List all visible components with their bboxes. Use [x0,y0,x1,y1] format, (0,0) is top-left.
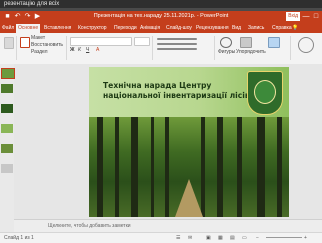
tree-trunk [131,117,138,217]
ribbon-tabs: Файл Основне Вставлення Конструктор Пере… [0,23,322,33]
tree-trunk [97,117,103,217]
forest-path [175,179,203,217]
tab-help[interactable]: Справка [272,24,292,33]
normal-view-icon[interactable]: ▣ [206,234,211,242]
align-icon[interactable] [157,43,197,45]
tab-transitions[interactable]: Переходи [114,24,137,33]
find-icon[interactable] [298,37,314,53]
tree-trunk [257,117,265,217]
slide-thumbnail[interactable] [1,164,13,173]
tab-review[interactable]: Рецензування [196,24,229,33]
reading-view-icon[interactable]: ▤ [230,234,235,242]
bullets-icon[interactable] [157,38,197,40]
zoom-slider[interactable] [266,237,302,238]
slide-thumbnail-pane [0,64,15,232]
arrange-icon[interactable] [240,37,252,48]
slide-counter: Слайд 1 из 1 [4,235,34,241]
slide-thumbnail[interactable] [1,144,13,153]
slide-thumbnail[interactable] [1,68,15,79]
ribbon-separator [214,36,215,60]
comments-icon[interactable]: ✉ [188,234,192,242]
tab-design[interactable]: Конструктор [78,24,107,33]
ribbon-separator [290,36,291,60]
document-title: Презентація на тех.нараду 25.11.2021р. -… [93,13,229,19]
tree-trunk [165,117,169,217]
title-bar: ■ ↶ ↷ ▶ Презентація на тех.нараду 25.11.… [0,11,322,23]
tree-trunk [217,117,223,217]
tab-insert[interactable]: Вставлення [44,24,71,33]
bold-icon[interactable]: Ж [70,47,75,54]
slideshow-view-icon[interactable]: ▭ [242,234,247,242]
background-window-title: резентацію для всіх [4,1,60,7]
zoom-in-icon[interactable]: + [304,234,307,242]
font-size-select[interactable] [134,37,150,46]
slide-sorter-icon[interactable]: ▦ [218,234,223,242]
italic-icon[interactable]: К [78,47,81,54]
zoom-out-icon[interactable]: − [256,234,259,242]
section-button[interactable]: Раздел [31,49,48,56]
ribbon-separator [66,36,67,60]
ribbon-panel: Макет Восстановить Раздел Ж К Ч A Фигуры… [0,33,322,65]
status-bar: Слайд 1 из 1 ☰ ✉ ▣ ▦ ▤ ▭ − + [0,232,322,243]
arrange-button[interactable]: Упорядочить [236,49,266,56]
tree-trunk [151,117,154,217]
slide-thumbnail[interactable] [1,124,13,133]
maximize-icon[interactable]: □ [312,12,320,21]
notes-pane[interactable]: Щелкните, чтобы добавить заметки [14,219,322,233]
forest-photo [89,117,289,217]
tell-me-search[interactable]: 💡 [292,24,298,33]
minimize-icon[interactable]: — [302,12,310,21]
tree-trunk [115,117,119,217]
font-color-icon[interactable]: A [96,47,99,54]
ribbon-separator [152,36,153,60]
quick-styles-icon[interactable] [268,37,280,48]
signin-button[interactable]: Вхід [286,12,300,21]
tab-animations[interactable]: Анімація [140,24,160,33]
forestry-emblem-logo [247,71,283,115]
line-spacing-icon[interactable] [157,48,197,50]
notes-toggle-icon[interactable]: ☰ [176,234,180,242]
tab-record[interactable]: Запись [248,24,264,33]
reset-button[interactable]: Восстановить [31,42,63,49]
slide-canvas[interactable]: Технічна нарада Центру національної інве… [89,67,289,217]
underline-icon[interactable]: Ч [86,47,89,54]
slide-title[interactable]: Технічна нарада Центру національної інве… [103,81,253,101]
shapes-button[interactable]: Фигуры [218,49,235,56]
tab-slideshow[interactable]: Слайд-шоу [166,24,192,33]
new-slide-icon[interactable] [20,37,30,48]
slide-thumbnail[interactable] [1,84,13,93]
tab-file[interactable]: Файл [2,24,14,33]
layout-button[interactable]: Макет [31,35,45,42]
paste-icon[interactable] [4,37,14,49]
slide-thumbnail[interactable] [1,104,13,113]
tab-home[interactable]: Основне [16,24,41,33]
notes-placeholder: Щелкните, чтобы добавить заметки [48,223,131,229]
emblem-tree-icon [254,80,276,104]
shapes-icon[interactable] [220,37,232,48]
tab-view[interactable]: Вид [232,24,241,33]
tree-trunk [277,117,282,217]
background-window-bar: резентацію для всіх [0,0,322,8]
font-name-select[interactable] [70,37,132,46]
ribbon-separator [16,36,17,60]
tree-trunk [237,117,242,217]
